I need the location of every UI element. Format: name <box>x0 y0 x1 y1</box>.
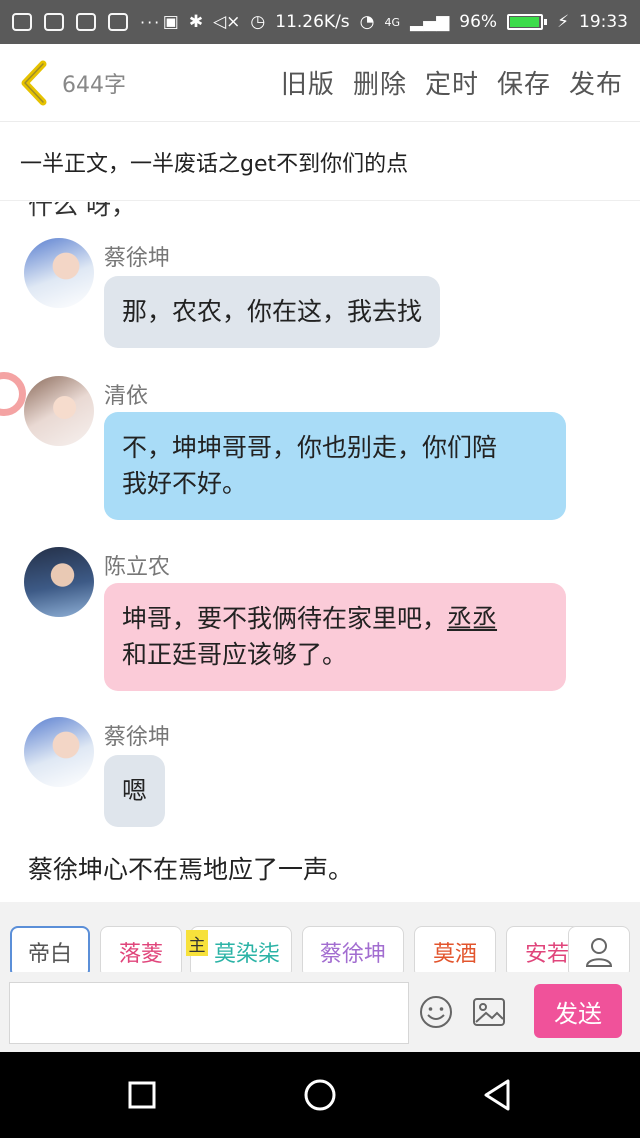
clock: 19:33 <box>579 12 628 32</box>
character-name: 安若 <box>525 942 570 967</box>
image-icon[interactable] <box>472 996 506 1028</box>
back-button[interactable] <box>10 44 58 122</box>
chevron-left-icon <box>21 60 47 105</box>
wechat-icon <box>44 13 64 31</box>
chat-area[interactable]: 什么 呀， 蔡徐坤 那，农农，你在这，我去找 清依 不，坤坤哥哥，你也别走，你们… <box>0 202 640 902</box>
system-status: ▣ ✱ ◁× ◷ 11.26K/s ◔ 4G ▂▄▆ 96% ⚡ 19:33 <box>163 12 628 32</box>
alarm-icon: ◷ <box>250 12 266 32</box>
nfc-icon: ▣ <box>162 12 179 32</box>
editor-toolbar: 644字 旧版 删除 定时 保存 发布 <box>0 44 640 122</box>
character-chip[interactable]: 蔡徐坤 <box>302 926 404 978</box>
signal-icon: ▂▄▆ <box>410 12 450 32</box>
message-line: 和正廷哥应该够了。 <box>122 640 348 669</box>
message-line: 不，坤坤哥哥，你也别走，你们陪 <box>122 433 498 462</box>
float-ring-icon[interactable] <box>0 372 26 416</box>
story-title[interactable]: 一半正文，一半废话之get不到你们的点 <box>0 123 640 201</box>
avatar[interactable] <box>24 717 94 787</box>
battery-percent: 96% <box>459 12 498 32</box>
more-notifications-icon: ··· <box>140 12 162 32</box>
send-button[interactable]: 发送 <box>534 984 622 1038</box>
message-line: 坤哥，要不我俩待在家里吧，丞丞 <box>122 601 548 637</box>
save-button[interactable]: 保存 <box>488 64 560 101</box>
message-bubble[interactable]: 不，坤坤哥哥，你也别走，你们陪 我好不好。 <box>104 412 566 520</box>
smiley-icon[interactable] <box>418 994 454 1030</box>
avatar[interactable] <box>24 238 94 308</box>
delete-button[interactable]: 删除 <box>344 64 416 101</box>
wifi-icon: ◔ <box>359 12 375 32</box>
character-name: 莫染柒 <box>213 942 280 967</box>
host-badge: 主 <box>186 930 208 956</box>
status-bar: ··· ▣ ✱ ◁× ◷ 11.26K/s ◔ 4G ▂▄▆ 96% ⚡ 19:… <box>0 0 640 44</box>
charging-icon: ⚡ <box>557 12 569 32</box>
message-bubble[interactable]: 嗯 <box>104 755 166 827</box>
character-chip[interactable]: 帝白 <box>10 926 90 978</box>
linked-name[interactable]: 丞丞 <box>447 604 497 633</box>
bluetooth-icon: ✱ <box>188 12 204 32</box>
avatar[interactable] <box>24 376 94 446</box>
sender-name: 清依 <box>104 384 149 409</box>
gallery-icon <box>76 13 96 31</box>
character-name: 落菱 <box>118 942 163 967</box>
sender-name: 蔡徐坤 <box>104 725 171 750</box>
word-count: 644字 <box>62 72 126 98</box>
square-recent-icon[interactable] <box>122 1075 162 1115</box>
wechat-icon <box>12 13 32 31</box>
triangle-back-icon[interactable] <box>478 1075 518 1115</box>
narration-text[interactable]: 蔡徐坤心不在焉地应了一声。 <box>28 850 353 886</box>
old-version-button[interactable]: 旧版 <box>272 64 344 101</box>
user-icon <box>585 938 613 967</box>
message-input[interactable] <box>9 982 409 1044</box>
composer: 发送 <box>0 972 640 1052</box>
schedule-button[interactable]: 定时 <box>416 64 488 101</box>
message-text: 坤哥，要不我俩待在家里吧， <box>122 604 448 633</box>
character-name: 帝白 <box>27 942 72 967</box>
avatar[interactable] <box>24 547 94 617</box>
system-nav-bar <box>0 1052 640 1138</box>
character-chip[interactable]: 落菱 <box>100 926 182 978</box>
network-speed: 11.26K/s <box>275 12 350 32</box>
character-chip[interactable]: 莫酒 <box>414 926 496 978</box>
circle-home-icon[interactable] <box>300 1075 340 1115</box>
character-name: 莫酒 <box>432 942 477 967</box>
publish-button[interactable]: 发布 <box>560 64 632 101</box>
battery-icon <box>507 14 548 30</box>
message-bubble[interactable]: 坤哥，要不我俩待在家里吧，丞丞 和正廷哥应该够了。 <box>104 583 566 691</box>
partial-text-line: 什么 呀， <box>28 202 136 220</box>
notification-icons: ··· <box>12 13 161 32</box>
character-name: 蔡徐坤 <box>319 942 386 967</box>
message-line: 我好不好。 <box>122 469 248 498</box>
wechat-icon <box>108 13 128 31</box>
toolbar-actions: 旧版 删除 定时 保存 发布 <box>272 64 632 101</box>
message-bubble[interactable]: 那，农农，你在这，我去找 <box>104 276 441 348</box>
sender-name: 陈立农 <box>104 555 171 580</box>
network-type: 4G <box>384 15 401 29</box>
character-manage-button[interactable] <box>568 926 630 978</box>
sender-name: 蔡徐坤 <box>104 246 171 271</box>
mute-icon: ◁× <box>213 12 241 32</box>
